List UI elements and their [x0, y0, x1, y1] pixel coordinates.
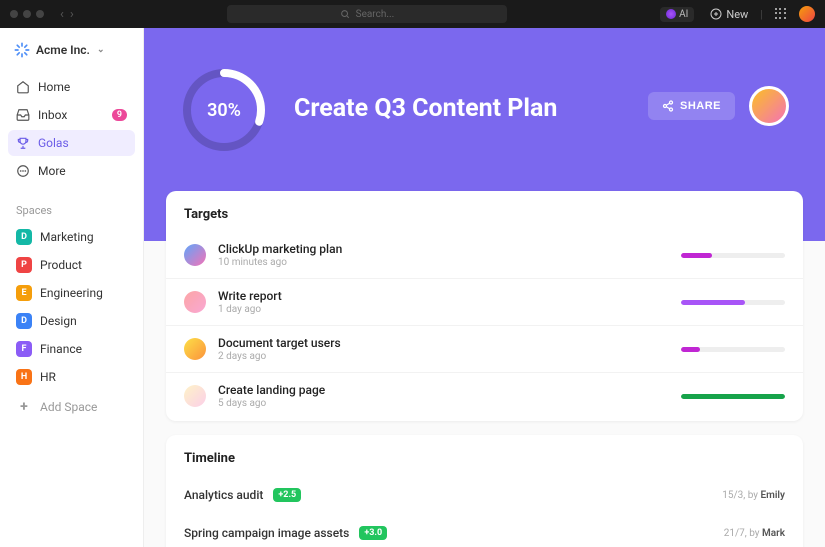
space-item[interactable]: H HR	[8, 363, 135, 391]
timeline-name: Spring campaign image assets	[184, 526, 349, 540]
chevron-down-icon: ⌄	[97, 45, 105, 55]
space-badge: H	[16, 369, 32, 385]
space-item[interactable]: F Finance	[8, 335, 135, 363]
target-name: ClickUp marketing plan	[218, 242, 669, 256]
sidebar: Acme Inc. ⌄ Home Inbox 9 Golas More Spac…	[0, 28, 144, 547]
apps-icon[interactable]	[775, 8, 787, 20]
target-name: Write report	[218, 289, 669, 303]
workspace-switcher[interactable]: Acme Inc. ⌄	[8, 38, 135, 62]
plus-icon: +	[16, 399, 32, 415]
space-badge: F	[16, 341, 32, 357]
timeline-name: Analytics audit	[184, 488, 263, 502]
progress-bar	[681, 253, 785, 258]
score-pill: +2.5	[273, 488, 301, 502]
inbox-badge: 9	[112, 109, 127, 121]
sidebar-item-label: Golas	[38, 136, 69, 150]
sidebar-item-more[interactable]: More	[8, 158, 135, 184]
workspace-logo-icon	[14, 42, 30, 58]
space-name: Engineering	[40, 286, 103, 300]
space-item[interactable]: P Product	[8, 251, 135, 279]
nav-forward[interactable]: ›	[70, 7, 74, 22]
sidebar-item-goals[interactable]: Golas	[8, 130, 135, 156]
space-name: Finance	[40, 342, 82, 356]
progress-bar	[681, 394, 785, 399]
add-space-label: Add Space	[40, 400, 97, 414]
divider: |	[760, 8, 763, 21]
target-meta: 1 day ago	[218, 304, 669, 315]
target-name: Create landing page	[218, 383, 669, 397]
target-meta: 2 days ago	[218, 351, 669, 362]
home-icon	[16, 80, 30, 94]
workspace-name: Acme Inc.	[36, 43, 90, 57]
add-space-button[interactable]: + Add Space	[8, 393, 135, 421]
goal-title: Create Q3 Content Plan	[294, 94, 557, 123]
spaces-label: Spaces	[8, 196, 135, 221]
owner-avatar[interactable]	[749, 86, 789, 126]
nav-arrows: ‹ ›	[60, 7, 74, 22]
search-icon	[340, 9, 350, 19]
timeline-card: Timeline Analytics audit +2.5 15/3, by Emi…	[166, 435, 803, 547]
targets-card: Targets ClickUp marketing plan10 minutes…	[166, 191, 803, 421]
sidebar-item-label: Home	[38, 80, 70, 94]
search-input[interactable]: Search...	[227, 5, 507, 23]
plus-circle-icon	[710, 8, 722, 20]
timeline-title: Timeline	[166, 451, 803, 476]
space-item[interactable]: E Engineering	[8, 279, 135, 307]
target-row[interactable]: ClickUp marketing plan10 minutes ago	[166, 232, 803, 278]
progress-bar	[681, 300, 785, 305]
target-name: Document target users	[218, 336, 669, 350]
target-row[interactable]: Write report1 day ago	[166, 278, 803, 325]
target-row[interactable]: Document target users2 days ago	[166, 325, 803, 372]
more-icon	[16, 164, 30, 178]
targets-title: Targets	[166, 207, 803, 232]
space-name: Marketing	[40, 230, 94, 244]
progress-bar	[681, 347, 785, 352]
timeline-meta: 15/3, by Emily	[722, 490, 785, 501]
sidebar-item-label: Inbox	[38, 108, 67, 122]
sidebar-item-inbox[interactable]: Inbox 9	[8, 102, 135, 128]
assignee-avatar	[184, 338, 206, 360]
score-pill: +3.0	[359, 526, 387, 540]
sidebar-item-home[interactable]: Home	[8, 74, 135, 100]
timeline-row[interactable]: Spring campaign image assets +3.0 21/7, by…	[166, 514, 803, 547]
assignee-avatar	[184, 291, 206, 313]
window-controls[interactable]	[10, 10, 44, 18]
space-badge: D	[16, 229, 32, 245]
share-button[interactable]: SHARE	[648, 92, 735, 120]
space-item[interactable]: D Marketing	[8, 223, 135, 251]
assignee-avatar	[184, 244, 206, 266]
space-name: HR	[40, 370, 56, 384]
space-item[interactable]: D Design	[8, 307, 135, 335]
nav-back[interactable]: ‹	[60, 7, 64, 22]
new-button[interactable]: New	[710, 8, 748, 21]
target-row[interactable]: Create landing page5 days ago	[166, 372, 803, 419]
timeline-meta: 21/7, by Mark	[724, 528, 785, 539]
assignee-avatar	[184, 385, 206, 407]
topbar: ‹ › Search... AI New |	[0, 0, 825, 28]
target-meta: 10 minutes ago	[218, 257, 669, 268]
main-content: 30% Create Q3 Content Plan SHARE Targets…	[144, 28, 825, 547]
sidebar-item-label: More	[38, 164, 66, 178]
ai-button[interactable]: AI	[660, 7, 694, 22]
timeline-row[interactable]: Analytics audit +2.5 15/3, by Emily	[166, 476, 803, 514]
space-name: Design	[40, 314, 77, 328]
trophy-icon	[16, 136, 30, 150]
space-name: Product	[40, 258, 82, 272]
space-badge: D	[16, 313, 32, 329]
user-avatar[interactable]	[799, 6, 815, 22]
ai-icon	[666, 9, 676, 19]
inbox-icon	[16, 108, 30, 122]
share-icon	[662, 100, 674, 112]
progress-ring: 30%	[180, 66, 268, 154]
space-badge: E	[16, 285, 32, 301]
target-meta: 5 days ago	[218, 398, 669, 409]
space-badge: P	[16, 257, 32, 273]
